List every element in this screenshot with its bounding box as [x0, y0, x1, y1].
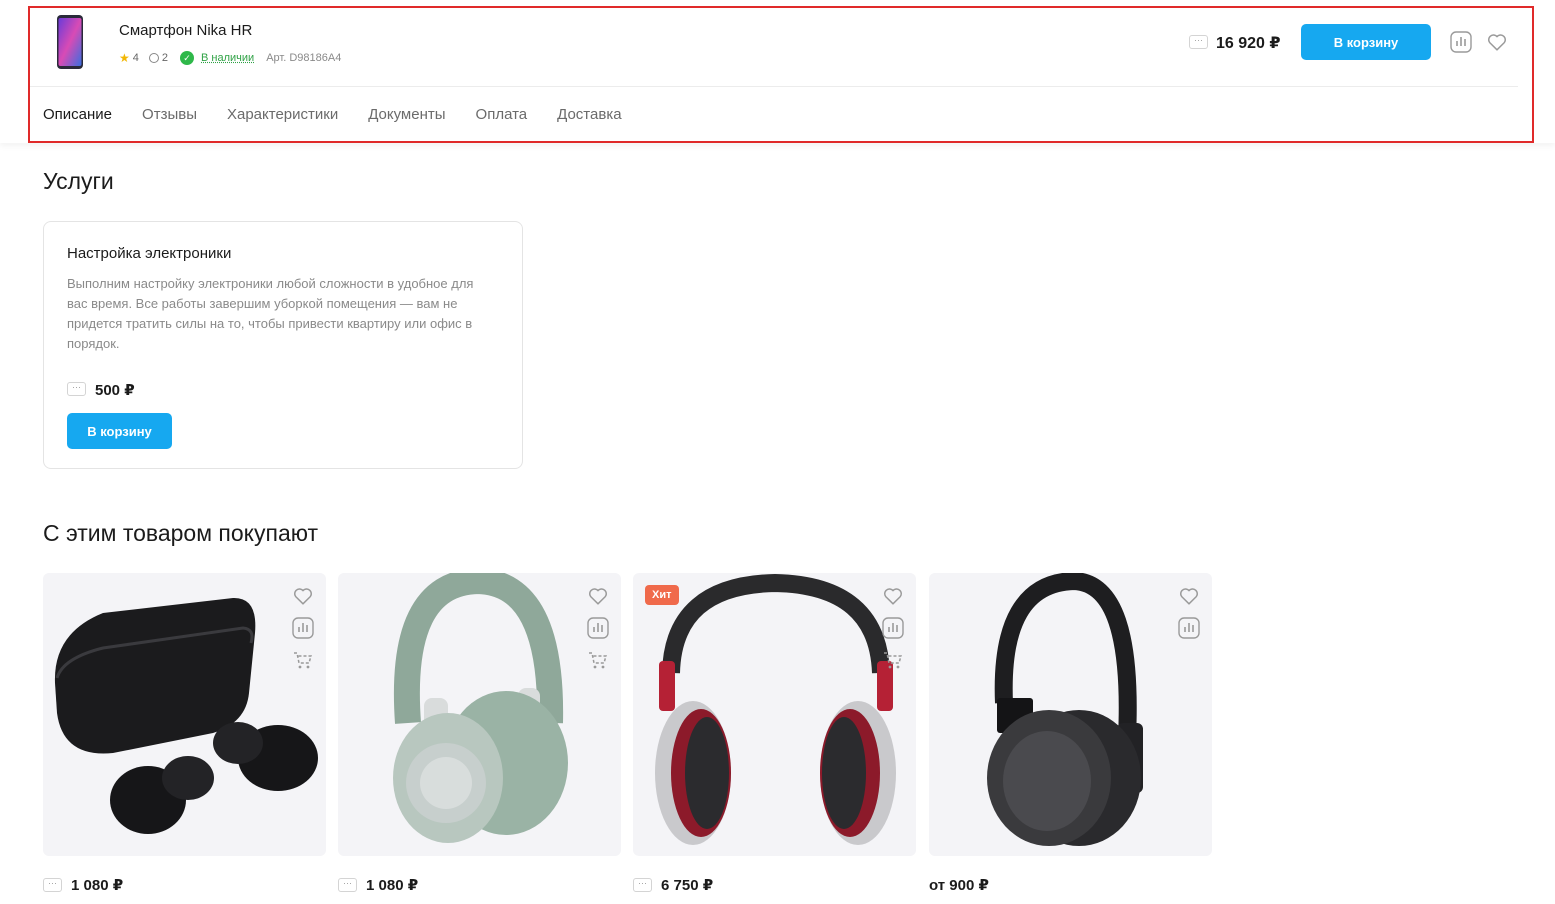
header-price: 16 920 ₽ — [1216, 35, 1281, 52]
product-thumbnail — [57, 15, 83, 69]
compare-icon[interactable] — [1178, 617, 1200, 639]
headphones-image — [987, 573, 1143, 846]
card-actions — [292, 585, 314, 681]
product-meta: ★ 4 2 ✓ В наличии Арт. D98186A4 — [119, 50, 341, 66]
product-price: 1 080 ₽ — [71, 877, 124, 894]
card-actions — [882, 585, 904, 681]
product-price: 6 750 ₽ — [661, 877, 714, 894]
compare-icon[interactable] — [882, 617, 904, 639]
product-card[interactable] — [43, 573, 326, 856]
cart-icon[interactable] — [292, 649, 314, 671]
product-price: от 900 ₽ — [929, 877, 989, 894]
header-add-to-cart-button[interactable]: В корзину — [1301, 24, 1431, 60]
favorite-heart-icon[interactable] — [587, 585, 609, 607]
tab-specifications[interactable]: Характеристики — [227, 86, 338, 143]
product-title[interactable]: Смартфон Nika HR — [119, 22, 252, 39]
more-prices-icon[interactable]: ··· — [338, 878, 357, 892]
product-card[interactable] — [929, 573, 1212, 856]
card-actions — [587, 585, 609, 681]
service-price: 500 ₽ — [95, 382, 135, 399]
service-description: Выполним настройку электроники любой сло… — [67, 276, 474, 351]
article-number: Арт. D98186A4 — [266, 52, 342, 64]
more-prices-icon[interactable]: ··· — [67, 382, 86, 396]
service-add-to-cart-button[interactable]: В корзину — [67, 413, 172, 449]
earbuds-image — [54, 597, 318, 834]
favorite-heart-icon[interactable] — [292, 585, 314, 607]
comment-icon — [148, 53, 159, 63]
headphones-image — [655, 573, 896, 845]
more-prices-icon[interactable]: ··· — [43, 878, 62, 892]
headphones-image — [393, 573, 568, 843]
more-prices-icon[interactable]: ··· — [633, 878, 652, 892]
hit-badge: Хит — [645, 585, 679, 605]
compare-icon[interactable] — [1450, 31, 1472, 53]
tab-delivery[interactable]: Доставка — [557, 86, 621, 143]
tab-payment[interactable]: Оплата — [476, 86, 528, 143]
tab-description[interactable]: Описание — [43, 86, 113, 143]
tab-reviews[interactable]: Отзывы — [142, 86, 197, 143]
cart-icon[interactable] — [587, 649, 609, 671]
check-icon: ✓ — [180, 51, 195, 65]
stock-status[interactable]: В наличии — [201, 52, 254, 64]
product-price: 1 080 ₽ — [366, 877, 419, 894]
compare-icon[interactable] — [587, 617, 609, 639]
tab-documents[interactable]: Документы — [368, 86, 445, 143]
product-card[interactable] — [338, 573, 621, 856]
services-heading: Услуги — [43, 168, 114, 194]
star-icon: ★ — [119, 51, 130, 65]
sticky-product-header: Смартфон Nika HR ★ 4 2 ✓ В наличии Арт. … — [0, 0, 1555, 143]
reviews-count[interactable]: 2 — [162, 52, 168, 64]
service-card: Настройка электроники Выполним настройку… — [43, 221, 523, 469]
more-prices-icon[interactable]: ··· — [1189, 35, 1208, 49]
product-card[interactable]: Хит — [633, 573, 916, 856]
card-actions — [1178, 585, 1200, 649]
cart-icon[interactable] — [882, 649, 904, 671]
compare-icon[interactable] — [292, 617, 314, 639]
product-tabs: Описание Отзывы Характеристики Документы… — [28, 86, 1518, 143]
favorite-heart-icon[interactable] — [882, 585, 904, 607]
favorite-heart-icon[interactable] — [1486, 31, 1508, 53]
related-heading: С этим товаром покупают — [43, 520, 319, 546]
favorite-heart-icon[interactable] — [1178, 585, 1200, 607]
service-title: Настройка электроники — [67, 245, 232, 262]
rating-value: 4 — [132, 52, 139, 64]
